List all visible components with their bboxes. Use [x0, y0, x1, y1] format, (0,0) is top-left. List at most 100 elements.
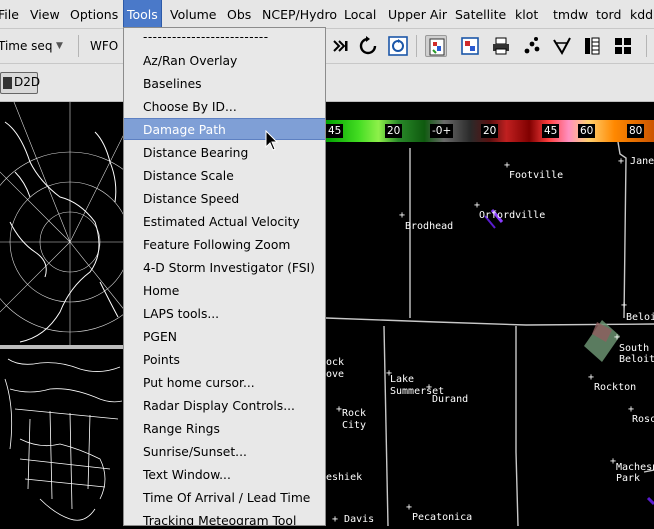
map-city-label: Beloit — [619, 354, 654, 365]
menu-bar: File View Options Tools Volume Obs NCEP/… — [0, 0, 654, 30]
menu-item-range-rings[interactable]: Range Rings — [124, 418, 325, 440]
menu-ncep-hydro[interactable]: NCEP/Hydro — [262, 0, 337, 29]
menu-volume[interactable]: Volume — [170, 0, 217, 29]
menu-item-radar-display-controls[interactable]: Radar Display Controls... — [124, 395, 325, 417]
map-city-label: Park — [616, 473, 641, 484]
menu-item-put-home-cursor[interactable]: Put home cursor... — [124, 372, 325, 394]
map-city-label: Lake — [390, 374, 415, 385]
map-city-label: Rockton — [594, 382, 637, 393]
color-scale-label: 45 — [326, 124, 344, 138]
color-scale-label: 20 — [481, 124, 499, 138]
map-city-label: + — [621, 300, 628, 311]
tools-dropdown-menu: -------------------------- Az/Ran Overla… — [123, 27, 326, 526]
menu-upper-air[interactable]: Upper Air — [388, 0, 447, 29]
menu-item-home[interactable]: Home — [124, 280, 325, 302]
menu-item-distance-scale[interactable]: Distance Scale — [124, 165, 325, 187]
menu-satellite[interactable]: Satellite — [455, 0, 506, 29]
map-city-label: + — [426, 382, 433, 393]
image-properties-icon[interactable] — [459, 35, 481, 57]
map-city-label: Orfordville — [479, 210, 546, 221]
map-city-label: ove — [326, 369, 345, 380]
menu-item-points[interactable]: Points — [124, 349, 325, 371]
menu-item-tracking-meteogram[interactable]: Tracking Meteogram Tool — [124, 510, 325, 525]
map-city-label: South — [619, 343, 650, 354]
color-scale-bar: 45 20 -0+ 20 45 60 80 — [326, 120, 654, 142]
toolbar-separator — [646, 35, 647, 57]
color-scale-label: 60 — [578, 124, 596, 138]
menu-item-damage-path[interactable]: Damage Path — [124, 118, 325, 140]
menu-item-choose-by-id[interactable]: Choose By ID... — [124, 96, 325, 118]
points-icon[interactable] — [521, 35, 543, 57]
d2d-icon — [3, 77, 12, 89]
time-sequence-value: Time seq — [0, 39, 53, 53]
map-city-label: City — [342, 420, 367, 431]
color-scale-label: 80 — [627, 124, 645, 138]
map-boundaries — [326, 142, 654, 526]
menu-tools[interactable]: Tools — [123, 0, 162, 30]
time-sequence-combo[interactable]: Time seq ▼ — [0, 34, 70, 58]
map-city-label: + Janes — [618, 156, 654, 167]
menu-obs[interactable]: Obs — [227, 0, 251, 29]
map-city-label: Brodhead — [405, 221, 454, 232]
map-city-label: Beloit — [626, 312, 654, 323]
menu-item-storm-investigator[interactable]: 4-D Storm Investigator (FSI) — [124, 257, 325, 279]
mouse-pointer-icon — [265, 129, 279, 152]
menu-item-az-ran-overlay[interactable]: Az/Ran Overlay — [124, 50, 325, 72]
menu-options[interactable]: Options — [70, 0, 118, 29]
map-city-label: Rosc — [632, 414, 654, 425]
chevron-down-icon: ▼ — [56, 41, 63, 51]
menu-item-pgen[interactable]: PGEN — [124, 326, 325, 348]
menu-item-distance-speed[interactable]: Distance Speed — [124, 188, 325, 210]
menu-separator: -------------------------- — [143, 30, 269, 44]
loop-icon[interactable] — [357, 35, 379, 57]
wfo-button[interactable]: WFO — [90, 34, 118, 58]
menu-item-estimated-actual-velocity[interactable]: Estimated Actual Velocity — [124, 211, 325, 233]
polar-map-thumbnail — [0, 91, 161, 362]
perspective-toolbar: D2D — [0, 64, 654, 102]
menu-tmdw[interactable]: tmdw — [553, 0, 588, 29]
pan-mode-icon[interactable] — [425, 35, 447, 57]
menu-file[interactable]: File — [0, 0, 19, 29]
map-city-label: + Davis — [332, 514, 375, 525]
menu-view[interactable]: View — [30, 0, 60, 29]
map-city-label: Footville — [509, 170, 564, 181]
four-panel-icon[interactable] — [612, 35, 634, 57]
main-toolbar: Time seq ▼ WFO — [0, 29, 654, 64]
map-city-label: Rock — [342, 408, 367, 419]
d2d-perspective-button[interactable]: D2D — [0, 72, 41, 94]
single-panel-icon[interactable] — [581, 35, 603, 57]
menu-item-baselines[interactable]: Baselines — [124, 73, 325, 95]
toolbar-separator — [78, 35, 79, 57]
main-radar-map[interactable]: + Janes + Footville + Orfordville + Brod… — [326, 142, 654, 526]
wfo-label: WFO — [90, 39, 119, 53]
step-forward-icon[interactable] — [330, 35, 352, 57]
d2d-label: D2D — [14, 75, 41, 89]
map-city-label: ock — [326, 357, 345, 368]
color-scale-label: -0+ — [430, 124, 454, 138]
north-america-map-thumbnail — [4, 358, 123, 521]
print-icon[interactable] — [490, 35, 512, 57]
north-america-map-pane[interactable] — [0, 349, 126, 526]
menu-tord[interactable]: tord — [596, 0, 621, 29]
map-city-label: Machesney — [616, 462, 654, 473]
menu-local[interactable]: Local — [344, 0, 376, 29]
toolbar-separator — [416, 35, 417, 57]
map-city-label: eshiek — [326, 472, 363, 483]
baseline-icon[interactable] — [551, 35, 573, 57]
polar-map-pane[interactable] — [0, 91, 161, 362]
menu-item-feature-following-zoom[interactable]: Feature Following Zoom — [124, 234, 325, 256]
color-scale-label: 45 — [542, 124, 560, 138]
menu-kdd[interactable]: kdd — [630, 0, 653, 29]
menu-item-sunrise-sunset[interactable]: Sunrise/Sunset... — [124, 441, 325, 463]
menu-item-time-of-arrival[interactable]: Time Of Arrival / Lead Time — [124, 487, 325, 509]
refresh-icon[interactable] — [387, 35, 409, 57]
menu-item-laps-tools[interactable]: LAPS tools... — [124, 303, 325, 325]
color-scale-label: 20 — [385, 124, 403, 138]
menu-item-text-window[interactable]: Text Window... — [124, 464, 325, 486]
map-city-label: + — [614, 332, 621, 343]
map-city-label: Durand — [432, 394, 469, 405]
menu-klot[interactable]: klot — [515, 0, 538, 29]
map-city-label: + — [399, 210, 406, 221]
menu-item-distance-bearing[interactable]: Distance Bearing — [124, 142, 325, 164]
map-city-label: Pecatonica — [412, 512, 473, 523]
